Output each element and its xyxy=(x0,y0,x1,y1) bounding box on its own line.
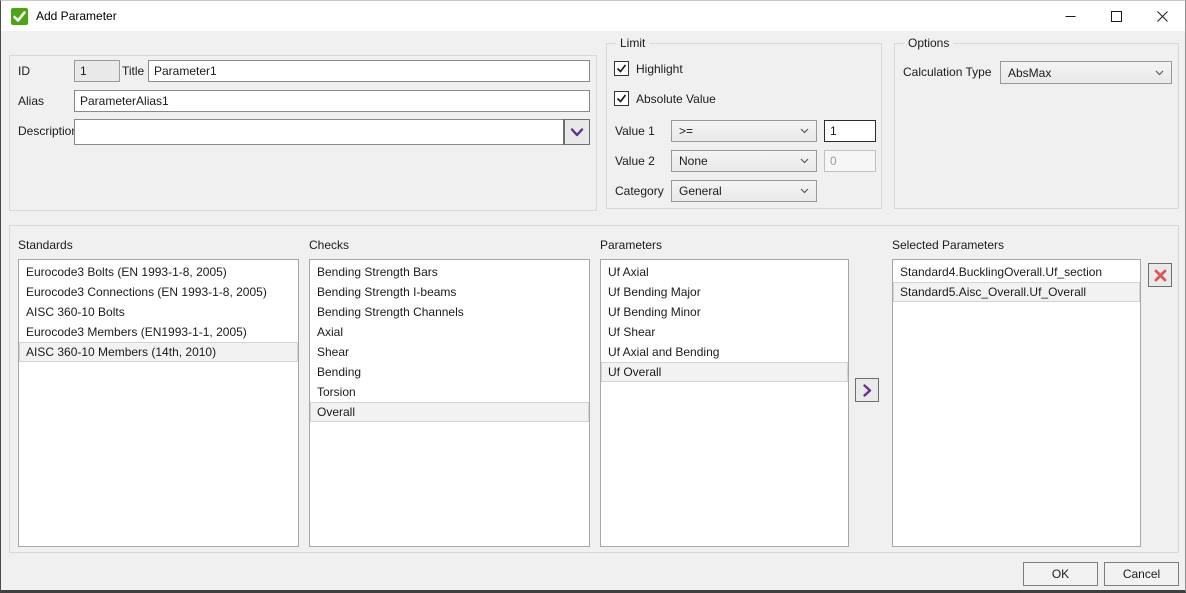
value2-field xyxy=(824,150,876,172)
selection-group: Standards Checks Parameters Selected Par… xyxy=(9,225,1179,553)
calculation-type-label: Calculation Type xyxy=(903,61,992,84)
minimize-icon xyxy=(1065,11,1076,22)
standards-label: Standards xyxy=(18,238,73,252)
category-value: General xyxy=(679,184,722,198)
selected-parameters-listbox[interactable]: Standard4.BucklingOverall.Uf_sectionStan… xyxy=(892,259,1141,547)
description-combo xyxy=(74,119,590,145)
chevron-right-icon xyxy=(863,384,872,397)
list-item[interactable]: Torsion xyxy=(310,382,589,402)
highlight-checkbox[interactable] xyxy=(614,61,629,76)
window-controls xyxy=(1047,1,1185,31)
list-item[interactable]: Eurocode3 Connections (EN 1993-1-8, 2005… xyxy=(19,282,298,302)
limit-group: Limit Highlight Absolute Value Value 1 >… xyxy=(606,43,882,209)
list-item[interactable]: Standard4.BucklingOverall.Uf_section xyxy=(893,262,1140,282)
add-parameter-arrow-button[interactable] xyxy=(855,378,879,402)
checks-listbox[interactable]: Bending Strength BarsBending Strength I-… xyxy=(309,259,590,547)
absolute-value-label: Absolute Value xyxy=(636,92,716,106)
title-field[interactable] xyxy=(148,60,590,82)
options-group-label: Options xyxy=(904,36,953,50)
list-item[interactable]: AISC 360-10 Members (14th, 2010) xyxy=(19,342,298,362)
absolute-value-checkbox[interactable] xyxy=(614,91,629,106)
close-icon xyxy=(1157,11,1168,22)
remove-parameter-button[interactable] xyxy=(1148,263,1172,287)
title-label: Title xyxy=(122,60,144,82)
list-item[interactable]: Shear xyxy=(310,342,589,362)
list-item[interactable]: Uf Bending Minor xyxy=(601,302,848,322)
list-item[interactable]: Standard5.Aisc_Overall.Uf_Overall xyxy=(893,282,1140,302)
highlight-checkbox-row: Highlight xyxy=(614,61,683,76)
list-item[interactable]: Overall xyxy=(310,402,589,422)
list-item[interactable]: Uf Axial xyxy=(601,262,848,282)
selected-parameters-label: Selected Parameters xyxy=(892,238,1004,252)
value2-operator-select[interactable]: None xyxy=(671,150,817,172)
value1-label: Value 1 xyxy=(615,120,655,142)
parameters-listbox[interactable]: Uf AxialUf Bending MajorUf Bending Minor… xyxy=(600,259,849,547)
standards-listbox[interactable]: Eurocode3 Bolts (EN 1993-1-8, 2005)Euroc… xyxy=(18,259,299,547)
description-dropdown-button[interactable] xyxy=(564,120,589,144)
value1-operator-value: >= xyxy=(679,124,693,138)
description-field[interactable] xyxy=(75,120,564,144)
ok-button[interactable]: OK xyxy=(1023,562,1098,586)
list-item[interactable]: AISC 360-10 Bolts xyxy=(19,302,298,322)
category-select[interactable]: General xyxy=(671,180,817,202)
parameters-label: Parameters xyxy=(600,238,662,252)
window-title: Add Parameter xyxy=(36,9,117,23)
chevron-down-icon xyxy=(1155,70,1164,76)
list-item[interactable]: Uf Bending Major xyxy=(601,282,848,302)
id-label: ID xyxy=(18,60,30,82)
cancel-button[interactable]: Cancel xyxy=(1104,562,1179,586)
maximize-button[interactable] xyxy=(1093,1,1139,31)
close-button[interactable] xyxy=(1139,1,1185,31)
list-item[interactable]: Bending Strength Bars xyxy=(310,262,589,282)
app-checkmark-icon xyxy=(11,8,28,25)
identity-group: ID Title Alias Description xyxy=(9,55,597,211)
chevron-down-icon xyxy=(800,188,809,194)
value1-field[interactable] xyxy=(824,120,876,142)
add-parameter-dialog: Add Parameter ID Title Alias Description xyxy=(0,0,1186,593)
calculation-type-select[interactable]: AbsMax xyxy=(1000,61,1172,84)
red-x-icon xyxy=(1154,269,1167,282)
maximize-icon xyxy=(1111,11,1122,22)
list-item[interactable]: Uf Axial and Bending xyxy=(601,342,848,362)
limit-group-label: Limit xyxy=(616,36,649,50)
value1-operator-select[interactable]: >= xyxy=(671,120,817,142)
options-group: Options Calculation Type AbsMax xyxy=(894,43,1179,209)
list-item[interactable]: Eurocode3 Members (EN1993-1-1, 2005) xyxy=(19,322,298,342)
check-icon xyxy=(616,93,627,104)
list-item[interactable]: Axial xyxy=(310,322,589,342)
id-field xyxy=(74,60,120,82)
list-item[interactable]: Uf Shear xyxy=(601,322,848,342)
list-item[interactable]: Uf Overall xyxy=(601,362,848,382)
chevron-down-icon xyxy=(800,128,809,134)
list-item[interactable]: Bending Strength I-beams xyxy=(310,282,589,302)
checks-label: Checks xyxy=(309,238,349,252)
list-item[interactable]: Eurocode3 Bolts (EN 1993-1-8, 2005) xyxy=(19,262,298,282)
chevron-down-icon xyxy=(570,128,584,137)
chevron-down-icon xyxy=(800,158,809,164)
absolute-value-checkbox-row: Absolute Value xyxy=(614,91,716,106)
category-label: Category xyxy=(615,180,664,202)
minimize-button[interactable] xyxy=(1047,1,1093,31)
titlebar: Add Parameter xyxy=(1,1,1185,31)
value2-label: Value 2 xyxy=(615,150,655,172)
alias-field[interactable] xyxy=(74,90,590,112)
alias-label: Alias xyxy=(18,90,44,112)
list-item[interactable]: Bending xyxy=(310,362,589,382)
calculation-type-value: AbsMax xyxy=(1008,66,1051,80)
value2-operator-value: None xyxy=(679,154,708,168)
description-label: Description xyxy=(18,120,78,142)
highlight-label: Highlight xyxy=(636,62,683,76)
check-icon xyxy=(616,63,627,74)
list-item[interactable]: Bending Strength Channels xyxy=(310,302,589,322)
